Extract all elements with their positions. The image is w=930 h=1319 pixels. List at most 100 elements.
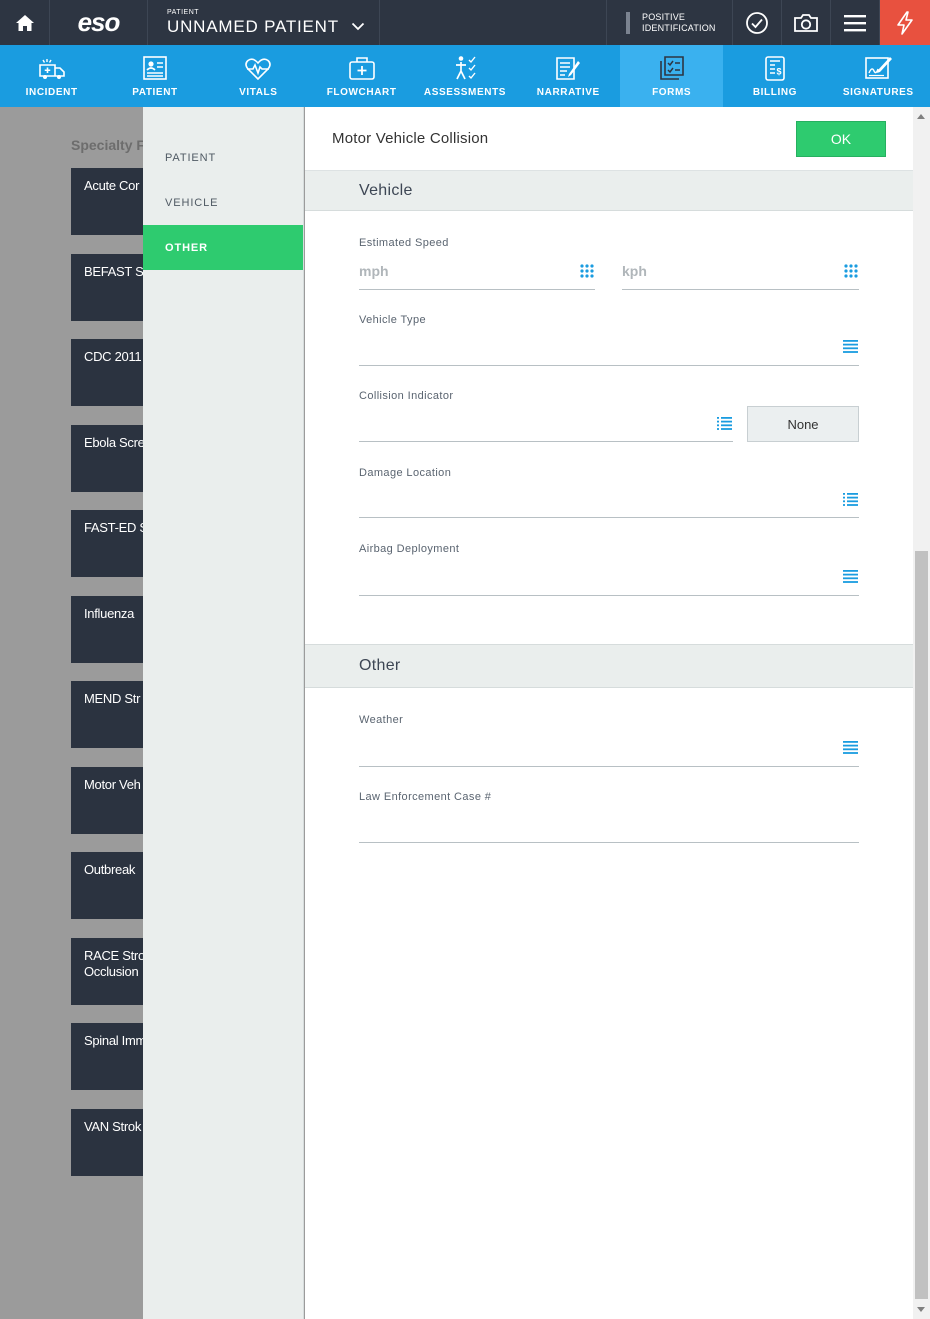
nav-billing-label: BILLING [752,87,798,98]
sidebar-item-vehicle[interactable]: VEHICLE [143,180,303,225]
ok-button[interactable]: OK [796,120,886,157]
camera-icon [794,13,818,32]
nav-flowchart-label: FLOWCHART [326,87,397,98]
list-icon[interactable] [843,741,858,754]
weather-dropdown[interactable] [359,766,859,767]
form-card[interactable]: Motor Veh [71,767,146,834]
body-check-icon [455,56,476,80]
weather-label: Weather [359,714,404,726]
alert-button[interactable] [880,0,930,45]
sidebar-item-other[interactable]: OTHER [143,225,303,270]
list-icon[interactable] [843,340,858,353]
scrollbar[interactable] [913,107,930,1319]
patient-selector[interactable]: PATIENT UNNAMED PATIENT [148,0,380,45]
camera-button[interactable] [782,0,831,45]
home-button[interactable] [0,0,50,45]
nav-assessments[interactable]: ASSESSMENTS [413,45,516,107]
mph-input[interactable]: mph [359,263,389,279]
form-card[interactable]: FAST-ED S [71,510,146,577]
nav-narrative[interactable]: NARRATIVE [517,45,620,107]
billing-icon: $ [765,56,785,81]
signature-icon [865,57,893,79]
form-title: Motor Vehicle Collision [332,130,489,147]
keypad-icon[interactable] [580,264,594,278]
lightning-bolt-icon [897,10,913,35]
nav-forms[interactable]: FORMS [619,45,724,107]
specialty-forms-title: Specialty F [71,137,145,153]
menu-button[interactable] [831,0,880,45]
nav-assessments-label: ASSESSMENTS [423,87,507,98]
patient-card-icon [143,56,167,80]
collision-indicator-dropdown[interactable] [359,441,733,442]
form-card[interactable]: CDC 2011 [71,339,146,406]
vehicle-type-dropdown[interactable] [359,365,859,366]
form-card[interactable]: RACE Stro Occlusion [71,938,146,1005]
heart-pulse-icon [245,58,272,81]
damage-location-dropdown[interactable] [359,517,859,518]
form-card[interactable]: VAN Strok [71,1109,146,1176]
estimated-speed-label: Estimated Speed [359,237,449,249]
status-indicator [626,11,630,34]
nav-patient-label: PATIENT [132,87,178,98]
nav-patient[interactable]: PATIENT [103,45,206,107]
law-enforcement-case-label: Law Enforcement Case # [359,791,492,803]
patient-name: UNNAMED PATIENT [167,16,339,36]
top-bar: eso PATIENT UNNAMED PATIENT POSITIVE IDE… [0,0,930,45]
collision-indicator-label: Collision Indicator [359,390,454,402]
nav-incident[interactable]: INCIDENT [0,45,103,107]
form-card[interactable]: Acute Cor [71,168,146,235]
bulleted-list-icon[interactable] [717,417,732,430]
notepad-icon [556,57,581,80]
nav-flowchart[interactable]: FLOWCHART [310,45,413,107]
form-card[interactable]: Ebola Scre [71,425,146,492]
hamburger-menu-icon [844,14,866,31]
form-section-sidebar: PATIENT VEHICLE OTHER [143,107,304,1319]
nav-vitals[interactable]: VITALS [207,45,310,107]
section-nav: INCIDENT PATIENT VITALS FLOWCHART ASSESS… [0,45,930,107]
form-card[interactable]: Influenza [71,596,146,663]
nav-signatures-label: SIGNATURES [842,87,914,98]
sidebar-item-patient[interactable]: PATIENT [143,135,303,180]
positive-id-line2: IDENTIFICATION [642,22,716,33]
nav-billing[interactable]: $ BILLING [723,45,826,107]
form-card[interactable]: BEFAST St [71,254,146,321]
forms-icon [659,56,684,80]
keypad-icon[interactable] [844,264,858,278]
medkit-icon [348,57,375,80]
law-enforcement-case-input[interactable] [359,842,859,843]
airbag-deployment-label: Airbag Deployment [359,543,460,555]
scroll-down-arrow-icon[interactable] [917,1307,925,1312]
patient-label: PATIENT [167,8,200,16]
form-panel: Motor Vehicle Collision OK Vehicle Estim… [305,107,913,1319]
eso-logo: eso [50,0,148,45]
form-card[interactable]: MEND Str [71,681,146,748]
mph-underline [359,289,595,290]
chevron-down-icon [351,22,365,31]
svg-text:$: $ [776,67,782,77]
topbar-spacer [380,0,607,45]
airbag-deployment-dropdown[interactable] [359,595,859,596]
form-card[interactable]: Spinal Imm [71,1023,146,1090]
scroll-up-arrow-icon[interactable] [917,114,925,119]
nav-signatures[interactable]: SIGNATURES [827,45,930,107]
nav-narrative-label: NARRATIVE [536,87,600,98]
nav-forms-label: FORMS [652,87,692,98]
positive-id-line1: POSITIVE [642,11,686,22]
vehicle-type-label: Vehicle Type [359,314,426,326]
form-card[interactable]: Outbreak [71,852,146,919]
bulleted-list-icon[interactable] [843,493,858,506]
damage-location-label: Damage Location [359,467,452,479]
validate-button[interactable] [733,0,782,45]
vehicle-section-header: Vehicle [305,171,913,211]
check-circle-icon [746,11,768,34]
scrollbar-thumb[interactable] [915,551,928,1299]
other-section-header: Other [305,644,913,688]
home-icon [15,14,34,31]
nav-incident-label: INCIDENT [25,87,78,98]
none-button[interactable]: None [747,406,859,442]
list-icon[interactable] [843,570,858,583]
form-header: Motor Vehicle Collision OK [305,107,913,171]
kph-underline [622,289,859,290]
positive-identification-button[interactable]: POSITIVE IDENTIFICATION [607,0,733,45]
kph-input[interactable]: kph [622,263,647,279]
